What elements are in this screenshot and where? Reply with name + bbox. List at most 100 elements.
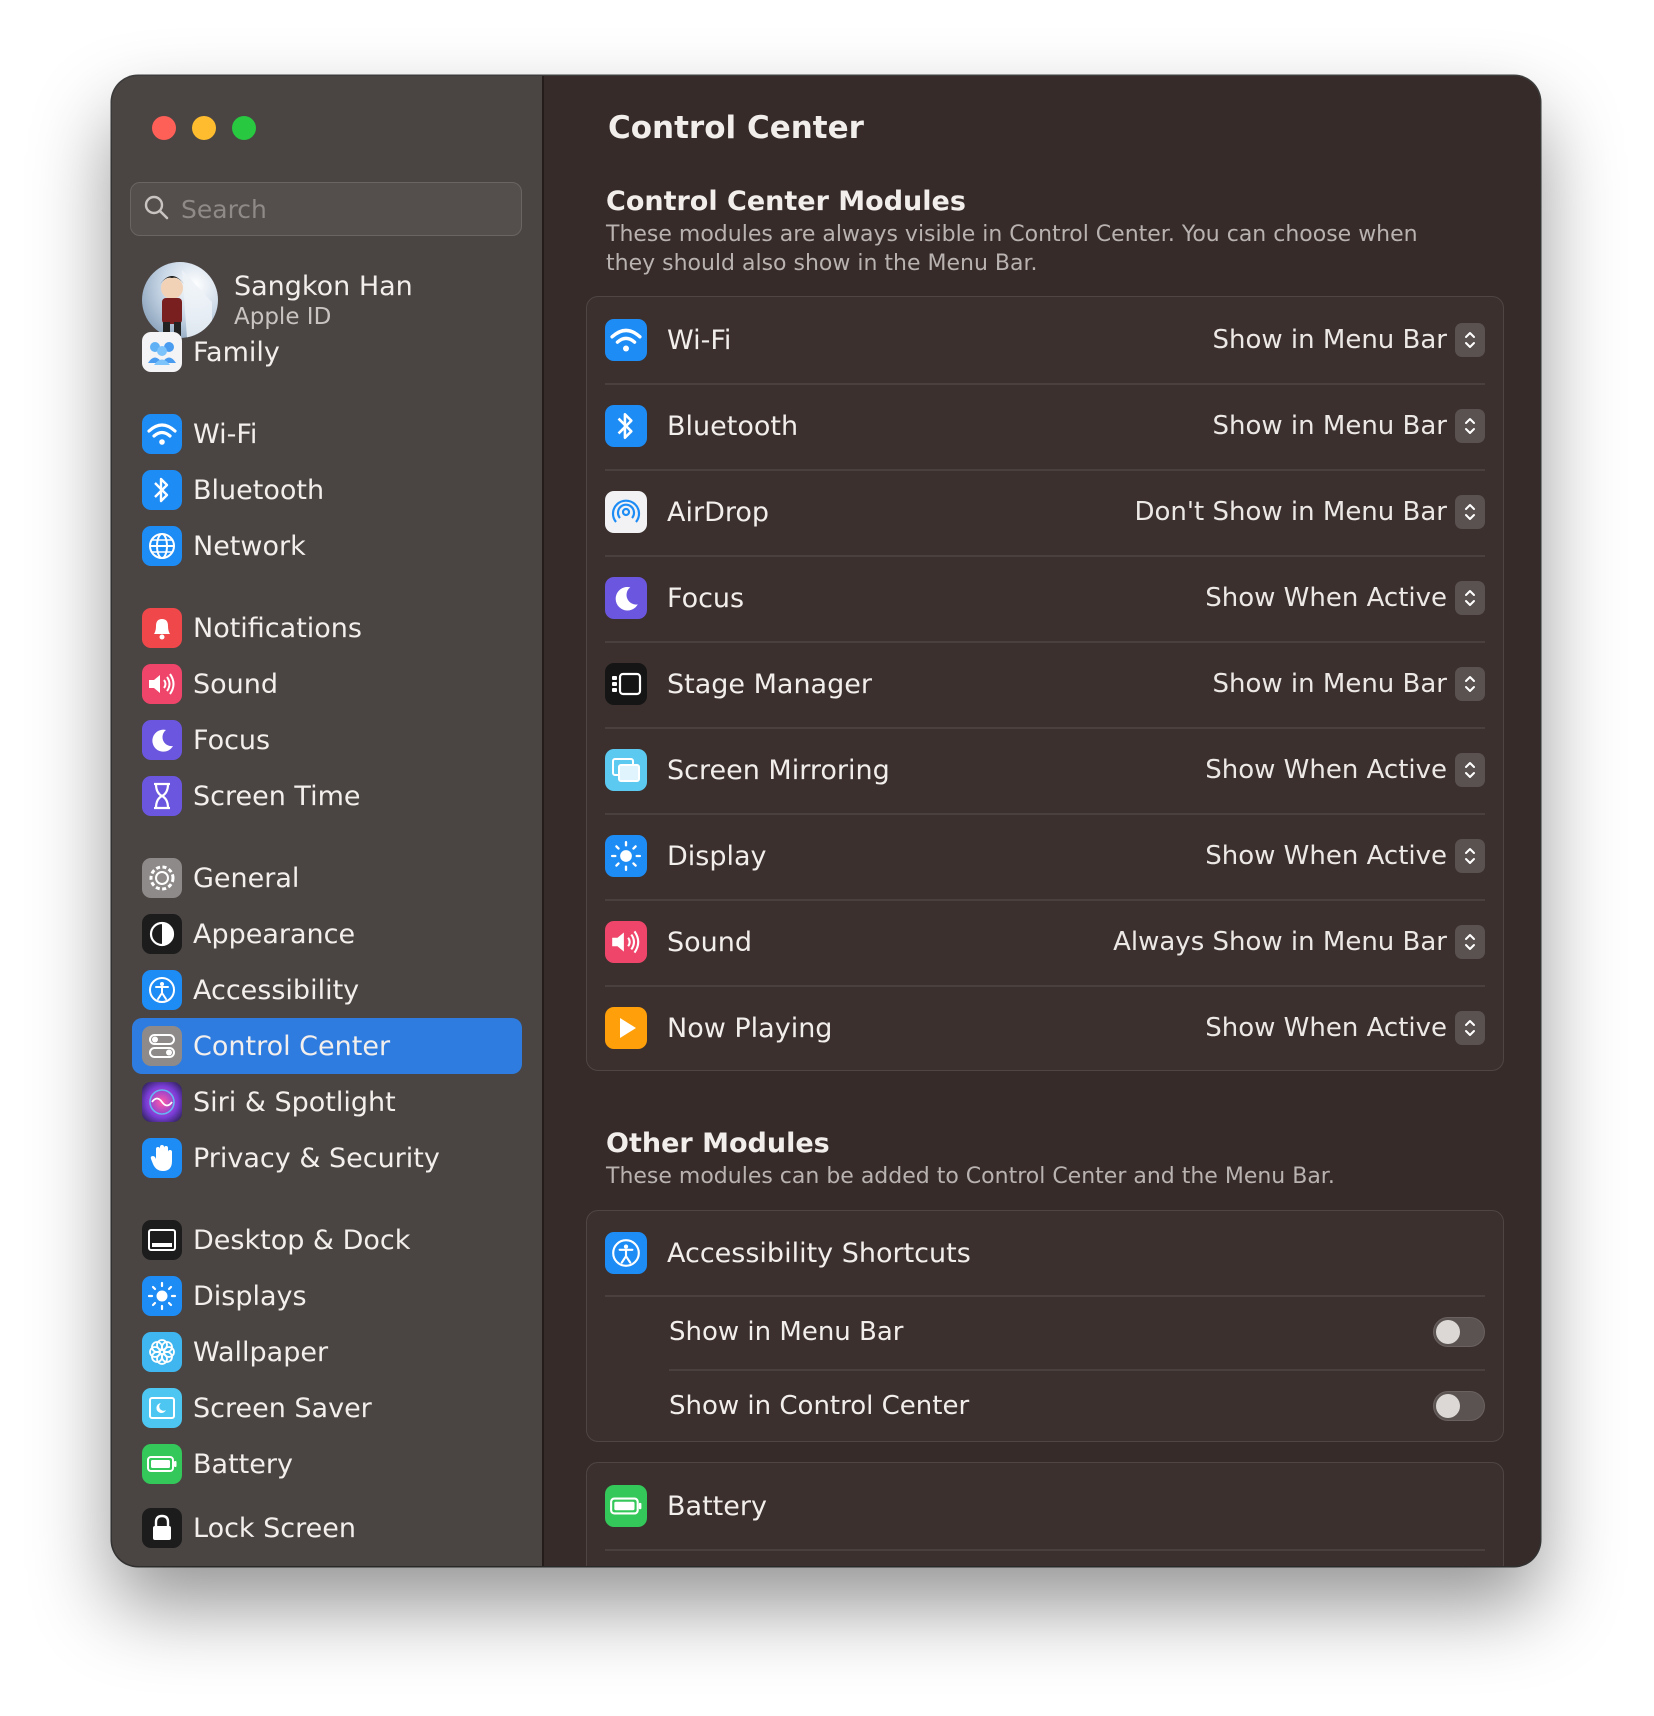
module-row-airdrop: AirDrop Don't Show in Menu Bar (605, 469, 1485, 555)
play-icon (605, 1007, 647, 1049)
sidebar-item-appearance[interactable]: Appearance (132, 906, 522, 962)
battery-icon (142, 1444, 182, 1484)
sidebar-item-label: Control Center (193, 1030, 391, 1062)
speaker-icon (605, 921, 647, 963)
close-button[interactable] (152, 116, 176, 140)
show-in-menu-bar-toggle[interactable] (1433, 1317, 1485, 1347)
sidebar-item-control-center[interactable]: Control Center (132, 1018, 522, 1074)
sidebar-item-displays[interactable]: Displays (132, 1268, 522, 1324)
speaker-icon (142, 664, 182, 704)
menu-bar-popup[interactable]: Show When Active (1205, 839, 1485, 873)
toggle-row-show-in-control-center: Show in Control Center (669, 1369, 1485, 1443)
chevron-updown-icon[interactable] (1455, 839, 1485, 873)
module-row-sound: Sound Always Show in Menu Bar (605, 899, 1485, 985)
minimize-button[interactable] (192, 116, 216, 140)
chevron-updown-icon[interactable] (1455, 323, 1485, 357)
menu-bar-popup[interactable]: Show When Active (1205, 581, 1485, 615)
sidebar-item-screen-time[interactable]: Screen Time (132, 768, 522, 824)
globe-icon (142, 526, 182, 566)
sidebar-item-label: Family (193, 336, 280, 368)
sidebar-item-lock-screen[interactable]: Lock Screen (132, 1500, 522, 1556)
sidebar-item-battery[interactable]: Battery (132, 1436, 522, 1492)
popup-value: Always Show in Menu Bar (1113, 927, 1447, 957)
sidebar-item-screen-saver[interactable]: Screen Saver (132, 1380, 522, 1436)
chevron-updown-icon[interactable] (1455, 495, 1485, 529)
section-description-other: These modules can be added to Control Ce… (606, 1164, 1335, 1189)
module-label: Screen Mirroring (667, 754, 890, 786)
menu-bar-popup[interactable]: Show in Menu Bar (1212, 323, 1485, 357)
module-label: Display (667, 840, 767, 872)
chevron-updown-icon[interactable] (1455, 667, 1485, 701)
battery-card: Battery (586, 1462, 1504, 1566)
menu-bar-popup[interactable]: Show in Menu Bar (1213, 667, 1485, 701)
menu-bar-popup[interactable]: Show in Menu Bar (1212, 409, 1485, 443)
sidebar-item-label: Focus (193, 724, 271, 756)
siri-icon (142, 1082, 182, 1122)
sidebar-item-accessibility[interactable]: Accessibility (132, 962, 522, 1018)
sidebar-item-label: Siri & Spotlight (193, 1086, 396, 1118)
chevron-updown-icon[interactable] (1455, 753, 1485, 787)
chevron-updown-icon[interactable] (1455, 925, 1485, 959)
sidebar-item-sound[interactable]: Sound (132, 656, 522, 712)
sidebar-item-network[interactable]: Network (132, 518, 522, 574)
module-label: Wi-Fi (667, 324, 732, 356)
module-row-now-playing: Now Playing Show When Active (605, 985, 1485, 1071)
sidebar-item-general[interactable]: General (132, 850, 522, 906)
module-row-bluetooth: Bluetooth Show in Menu Bar (605, 383, 1485, 469)
sidebar-item-focus[interactable]: Focus (132, 712, 522, 768)
module-label: Bluetooth (667, 410, 799, 442)
family-icon (142, 332, 182, 372)
flower-icon (142, 1332, 182, 1372)
sidebar-item-label: Appearance (193, 918, 356, 950)
sidebar-item-wallpaper[interactable]: Wallpaper (132, 1324, 522, 1380)
sidebar-item-notifications[interactable]: Notifications (132, 600, 522, 656)
divider (605, 1549, 1485, 1551)
brightness-icon (142, 1276, 182, 1316)
module-row-display: Display Show When Active (605, 813, 1485, 899)
appearance-icon (142, 914, 182, 954)
menu-bar-popup[interactable]: Don't Show in Menu Bar (1134, 495, 1485, 529)
zoom-button[interactable] (232, 116, 256, 140)
toggle-label: Show in Control Center (669, 1391, 970, 1421)
window-controls (152, 116, 256, 140)
show-in-control-center-toggle[interactable] (1433, 1391, 1485, 1421)
sidebar-item-label: Displays (193, 1280, 307, 1312)
dock-icon (142, 1220, 182, 1260)
sidebar-item-family[interactable]: Family (132, 324, 522, 380)
sidebar-item-label: Privacy & Security (193, 1142, 440, 1174)
modules-card: Wi-Fi Show in Menu Bar Bluetooth Show in… (586, 296, 1504, 1071)
module-row-accessibility-shortcuts: Accessibility Shortcuts (605, 1211, 1485, 1295)
search-input[interactable] (179, 193, 513, 225)
menu-bar-popup[interactable]: Always Show in Menu Bar (1113, 925, 1485, 959)
chevron-updown-icon[interactable] (1455, 581, 1485, 615)
sidebar-item-label: Notifications (193, 612, 362, 644)
sidebar-item-privacy-security[interactable]: Privacy & Security (132, 1130, 522, 1186)
sidebar-item-wifi[interactable]: Wi-Fi (132, 406, 522, 462)
sidebar-item-desktop-dock[interactable]: Desktop & Dock (132, 1212, 522, 1268)
module-row-wifi: Wi-Fi Show in Menu Bar (605, 297, 1485, 383)
menu-bar-popup[interactable]: Show When Active (1205, 1011, 1485, 1045)
sidebar-item-label: Network (193, 530, 306, 562)
page-title: Control Center (608, 110, 864, 146)
search-icon (143, 194, 169, 224)
popup-value: Show in Menu Bar (1212, 325, 1448, 355)
chevron-updown-icon[interactable] (1455, 409, 1485, 443)
chevron-updown-icon[interactable] (1455, 1011, 1485, 1045)
module-label: Accessibility Shortcuts (667, 1237, 971, 1269)
sidebar-item-siri-spotlight[interactable]: Siri & Spotlight (132, 1074, 522, 1130)
popup-value: Show in Menu Bar (1212, 411, 1448, 441)
sidebar-item-label: Wi-Fi (193, 418, 258, 450)
sidebar-item-label: Lock Screen (193, 1512, 356, 1544)
module-label: Stage Manager (667, 668, 872, 700)
menu-bar-popup[interactable]: Show When Active (1205, 753, 1485, 787)
search-field[interactable] (130, 182, 522, 236)
sidebar-item-label: Wallpaper (193, 1336, 329, 1368)
sidebar-item-label: Screen Time (193, 780, 361, 812)
module-row-battery: Battery (605, 1463, 1485, 1549)
sidebar-item-bluetooth[interactable]: Bluetooth (132, 462, 522, 518)
section-heading-modules: Control Center Modules (606, 186, 966, 217)
module-label: AirDrop (667, 496, 770, 528)
popup-value: Show When Active (1205, 1013, 1447, 1043)
content-pane: Control Center Control Center Modules Th… (544, 76, 1540, 1566)
brightness-icon (605, 835, 647, 877)
